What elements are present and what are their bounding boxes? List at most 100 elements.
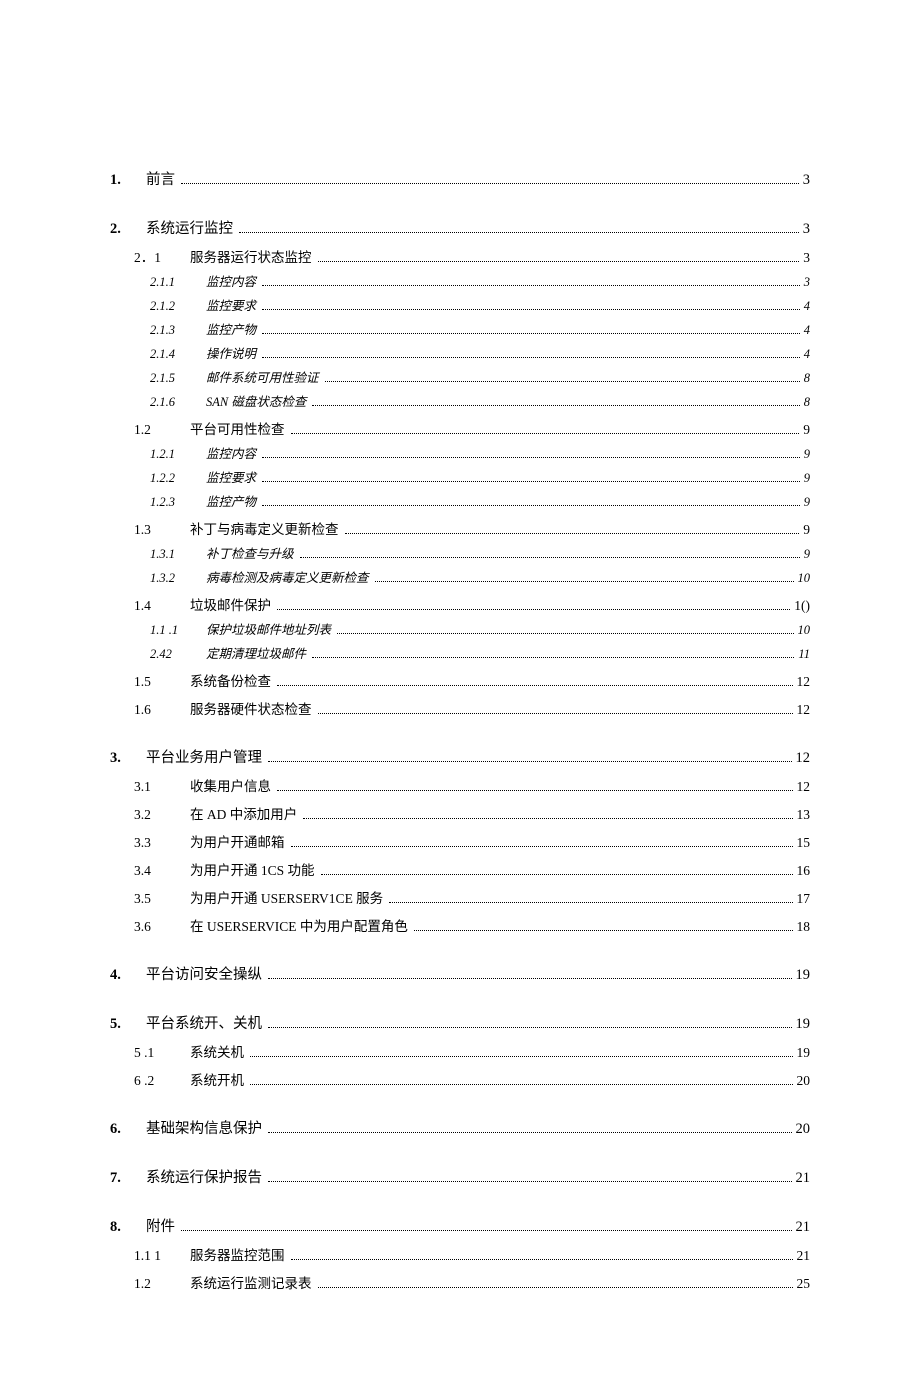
toc-title: 在 USERSERVICE 中为用户配置角色 [190, 915, 408, 935]
toc-leader [300, 550, 800, 559]
toc-entry[interactable]: 1.5系统备份检查12 [134, 670, 810, 690]
toc-number: 3.3 [134, 835, 190, 851]
toc-entry[interactable]: 2.1.3监控产物4 [150, 319, 810, 338]
toc-number: 5 .1 [134, 1045, 190, 1061]
toc-title: 服务器监控范围 [190, 1244, 285, 1264]
toc-title: 垃圾邮件保护 [190, 594, 271, 614]
toc-title: 系统备份检查 [190, 670, 271, 690]
toc-entry[interactable]: 3.2在 AD 中添加用户13 [134, 803, 810, 823]
toc-page-number: 8 [804, 395, 810, 410]
toc-entry[interactable]: 3.1收集用户信息12 [134, 775, 810, 795]
toc-entry[interactable]: 1.3补丁与病毒定义更新检查9 [134, 518, 810, 538]
toc-entry[interactable]: 6 .2系统开机20 [134, 1069, 810, 1089]
toc-entry[interactable]: 1.2.2监控要求9 [150, 467, 810, 486]
toc-number: 3.1 [134, 779, 190, 795]
toc-leader [262, 474, 800, 483]
toc-page-number: 20 [797, 1073, 811, 1089]
toc-entry[interactable]: 3.4为用户开通 1CS 功能16 [134, 859, 810, 879]
toc-page-number: 19 [796, 967, 811, 984]
toc-number: 2.1.5 [150, 371, 206, 386]
toc-title: 操作说明 [206, 343, 256, 362]
toc-page-number: 21 [796, 1219, 811, 1236]
toc-number: 2. [110, 221, 146, 238]
toc-leader [321, 866, 793, 875]
toc-entry[interactable]: 2.1.6SAN 磁盘状态检查8 [150, 391, 810, 410]
toc-number: 2.1.6 [150, 395, 206, 410]
toc-entry[interactable]: 2.1.4操作说明4 [150, 343, 810, 362]
toc-page-number: 9 [804, 471, 810, 486]
toc-page-number: 20 [796, 1121, 811, 1138]
toc-leader [268, 1123, 792, 1133]
toc-entry[interactable]: 7.系统运行保护报告 21 [110, 1166, 810, 1187]
toc-entry[interactable]: 5.平台系统开、关机19 [110, 1012, 810, 1033]
toc-page-number: 12 [797, 674, 811, 690]
toc-title: 系统运行监测记录表 [190, 1272, 312, 1292]
toc-number: 8. [110, 1219, 146, 1236]
toc-page-number: 4 [804, 323, 810, 338]
toc-number: 6 .2 [134, 1073, 190, 1089]
toc-number: 2.1.2 [150, 299, 206, 314]
toc-title: 为用户开通 USERSERV1CE 服务 [190, 887, 383, 907]
toc-title: 监控产物 [206, 319, 256, 338]
toc-entry[interactable]: 2.系统运行监控3 [110, 217, 810, 238]
toc-entry[interactable]: 2.1.2监控要求4 [150, 295, 810, 314]
toc-leader [312, 650, 794, 659]
toc-entry[interactable]: 1.2平台可用性检查9 [134, 418, 810, 438]
toc-entry[interactable]: 3.6在 USERSERVICE 中为用户配置角色18 [134, 915, 810, 935]
toc-entry[interactable]: 5 .1系统关机19 [134, 1041, 810, 1061]
toc-number: 3. [110, 750, 146, 767]
toc-page-number: 15 [797, 835, 811, 851]
toc-title: 补丁与病毒定义更新检查 [190, 518, 339, 538]
toc-entry[interactable]: 6.基础架构信息保护20 [110, 1117, 810, 1138]
toc-number: 1.1 .1 [150, 623, 206, 638]
toc-page-number: 3 [804, 275, 810, 290]
toc-entry[interactable]: 1.6服务器硬件状态检查12 [134, 698, 810, 718]
toc-page-number: 10 [798, 571, 811, 586]
toc-number: 3.2 [134, 807, 190, 823]
toc-entry[interactable]: 1.3.2病毒检测及病毒定义更新检查10 [150, 567, 810, 586]
toc-page-number: 21 [797, 1248, 811, 1264]
toc-leader [268, 1018, 792, 1028]
toc-number: 1.2 [134, 422, 190, 438]
toc-page-number: 4 [804, 299, 810, 314]
toc-leader [389, 894, 792, 903]
toc-entry[interactable]: 2.1.1监控内容3 [150, 271, 810, 290]
toc-entry[interactable]: 3.平台业务用户管理12 [110, 746, 810, 767]
toc-leader [262, 498, 800, 507]
toc-page: 1.前言32.系统运行监控32．1服务器运行状态监控32.1.1监控内容32.1… [0, 0, 920, 1392]
toc-entry[interactable]: 3.3为用户开通邮箱15 [134, 831, 810, 851]
toc-entry[interactable]: 1.前言3 [110, 168, 810, 189]
toc-entry[interactable]: 2.42定期清理垃圾邮件11 [150, 643, 810, 662]
toc-title: 服务器运行状态监控 [190, 246, 312, 266]
toc-entry[interactable]: 1.2.3监控产物9 [150, 491, 810, 510]
toc-leader [268, 752, 792, 762]
toc-entry[interactable]: 1.2.1监控内容9 [150, 443, 810, 462]
toc-entry[interactable]: 2．1服务器运行状态监控3 [134, 246, 810, 266]
toc-entry[interactable]: 1.2系统运行监测记录表25 [134, 1272, 810, 1292]
toc-entry[interactable]: 2.1.5邮件系统可用性验证8 [150, 367, 810, 386]
toc-title: 基础架构信息保护 [146, 1117, 262, 1138]
toc-page-number: 3 [803, 250, 810, 266]
toc-entry[interactable]: 3.5为用户开通 USERSERV1CE 服务17 [134, 887, 810, 907]
toc-leader [262, 302, 800, 311]
toc-title: 系统运行保护报告 [146, 1166, 262, 1187]
toc-page-number: 13 [797, 807, 811, 823]
toc-leader [375, 574, 794, 583]
toc-entry[interactable]: 1.1 1服务器监控范围21 [134, 1244, 810, 1264]
toc-leader [345, 525, 800, 534]
toc-entry[interactable]: 1.3.1补丁检查与升级9 [150, 543, 810, 562]
toc-entry[interactable]: 1.1 .1保护垃圾邮件地址列表10 [150, 619, 810, 638]
toc-entry[interactable]: 8.附件 21 [110, 1215, 810, 1236]
toc-leader [277, 782, 793, 791]
toc-page-number: 9 [804, 547, 810, 562]
toc-title: 系统关机 [190, 1041, 244, 1061]
toc-entry[interactable]: 4.平台访问安全操纵19 [110, 963, 810, 984]
toc-entry[interactable]: 1.4垃圾邮件保护1() [134, 594, 810, 614]
toc-number: 7. [110, 1170, 146, 1187]
toc-leader [268, 1172, 792, 1182]
toc-leader [181, 1221, 792, 1231]
toc-page-number: 21 [796, 1170, 811, 1187]
toc-leader [337, 626, 793, 635]
toc-title: 附件 [146, 1215, 175, 1236]
toc-number: 1.3.1 [150, 547, 206, 562]
